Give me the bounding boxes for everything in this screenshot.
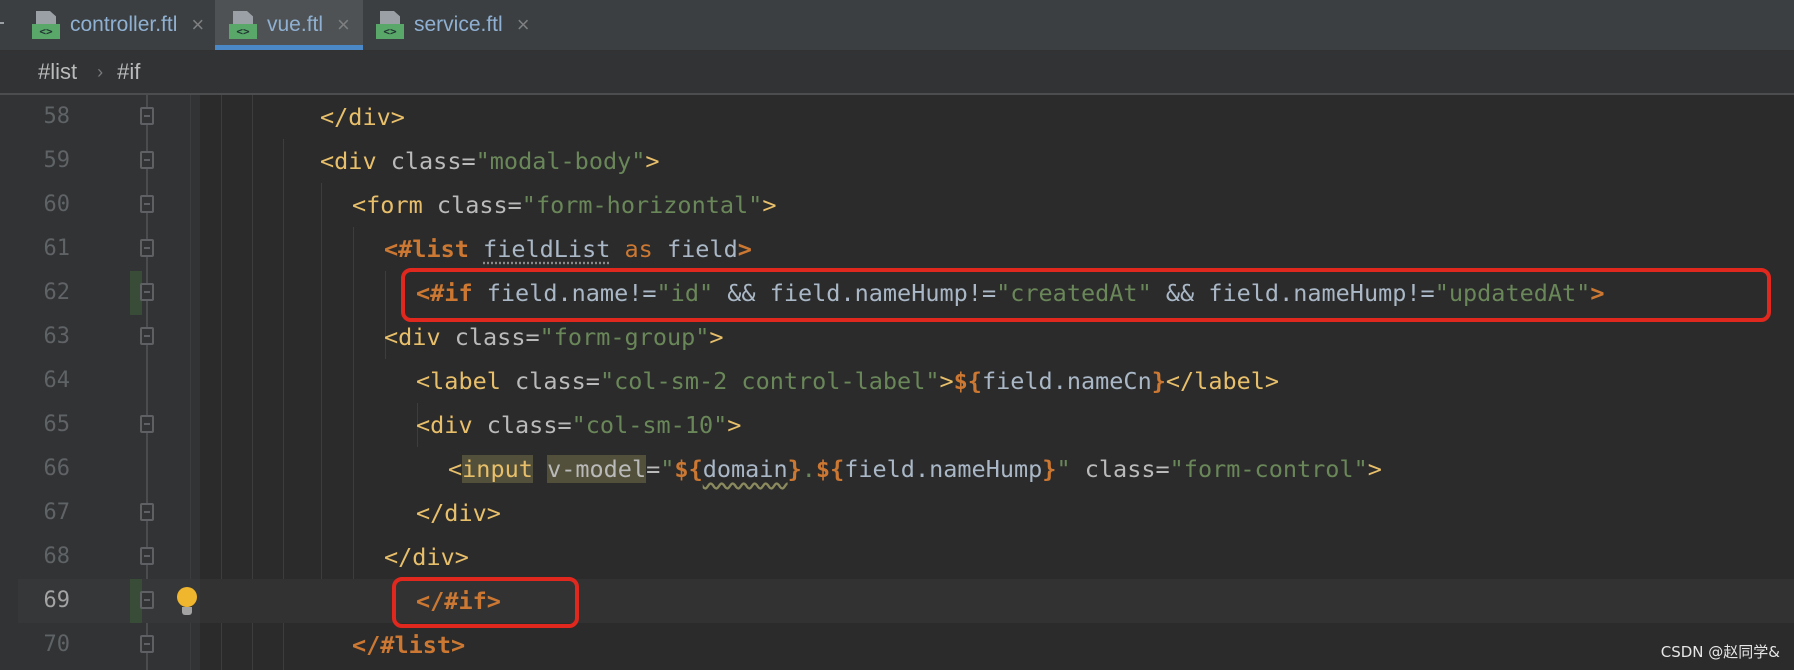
ftl-file-icon: <>	[32, 11, 62, 39]
code-text: <input v-model="${domain}.${field.nameHu…	[448, 455, 1382, 483]
tab-vue-ftl[interactable]: <> vue.ftl ×	[215, 0, 363, 50]
code-text: </#list>	[352, 631, 466, 659]
code-text: <form class="form-horizontal">	[352, 191, 777, 219]
highlight-box-if-open	[401, 268, 1771, 322]
line-number: 69	[43, 588, 71, 613]
breadcrumb: #list › #if	[0, 51, 1794, 95]
code-text: <#list fieldList as field>	[384, 235, 752, 263]
code-line[interactable]: 66 <input v-model="${domain}.${field.nam…	[0, 447, 1794, 491]
fold-icon[interactable]	[140, 107, 154, 125]
code-line[interactable]: 68 </div>	[0, 535, 1794, 579]
fold-icon[interactable]	[140, 635, 154, 653]
line-number: 62	[43, 280, 71, 305]
line-number: 70	[43, 632, 71, 657]
fold-icon[interactable]	[140, 591, 154, 609]
line-number: 58	[43, 104, 71, 129]
highlight-box-if-close	[392, 577, 579, 628]
code-line[interactable]: 65 <div class="col-sm-10">	[0, 403, 1794, 447]
line-number: 59	[43, 148, 71, 173]
tab-label: vue.ftl	[267, 13, 324, 36]
fold-icon[interactable]	[140, 415, 154, 433]
code-text: </div>	[320, 103, 405, 131]
ftl-file-icon: <>	[376, 11, 406, 39]
code-line-current[interactable]: 69 </#if>	[0, 579, 1794, 623]
code-line[interactable]: 59 <div class="modal-body">	[0, 139, 1794, 183]
code-line[interactable]: 61 <#list fieldList as field>	[0, 227, 1794, 271]
code-text: <div class="col-sm-10">	[416, 411, 742, 439]
close-icon[interactable]: ×	[517, 12, 530, 38]
fold-icon[interactable]	[140, 195, 154, 213]
line-number: 64	[43, 368, 71, 393]
fold-icon[interactable]	[140, 547, 154, 565]
code-editor[interactable]: 58 </div> 59 <div class="modal-body"> 60…	[0, 95, 1794, 670]
fold-icon[interactable]	[140, 239, 154, 257]
line-number: 67	[43, 500, 71, 525]
chevron-right-icon: ›	[97, 61, 104, 82]
code-line[interactable]: 67 </div>	[0, 491, 1794, 535]
code-text: <label class="col-sm-2 control-label">${…	[416, 367, 1280, 395]
fold-icon[interactable]	[140, 503, 154, 521]
code-text: </div>	[384, 543, 469, 571]
line-number: 68	[43, 544, 71, 569]
tab-label: controller.ftl	[70, 13, 178, 36]
line-number: 66	[43, 456, 71, 481]
tab-service-ftl[interactable]: <> service.ftl ×	[376, 0, 546, 50]
code-text: </div>	[416, 499, 501, 527]
editor-tab-bar: <> controller.ftl × <> vue.ftl × <> serv…	[0, 0, 1794, 51]
breadcrumb-item-if[interactable]: #if	[117, 59, 140, 85]
code-line[interactable]: 58 </div>	[0, 95, 1794, 139]
code-line[interactable]: 70 </#list>	[0, 623, 1794, 667]
close-icon[interactable]: ×	[191, 12, 204, 38]
tab-controller-ftl[interactable]: <> controller.ftl ×	[28, 0, 214, 50]
fold-icon[interactable]	[140, 327, 154, 345]
close-icon[interactable]: ×	[337, 12, 350, 38]
ftl-file-icon: <>	[229, 11, 259, 39]
line-number: 65	[43, 412, 71, 437]
code-line[interactable]: 64 <label class="col-sm-2 control-label"…	[0, 359, 1794, 403]
code-line[interactable]: 60 <form class="form-horizontal">	[0, 183, 1794, 227]
line-number: 63	[43, 324, 71, 349]
line-number: 60	[43, 192, 71, 217]
watermark: CSDN @赵同学&	[1660, 643, 1780, 661]
tab-label: service.ftl	[414, 13, 503, 36]
line-number: 61	[43, 236, 71, 261]
lightbulb-icon[interactable]	[176, 587, 198, 617]
code-text: <div class="modal-body">	[320, 147, 660, 175]
breadcrumb-item-list[interactable]: #list	[38, 59, 77, 85]
fold-icon[interactable]	[140, 283, 154, 301]
fold-icon[interactable]	[140, 151, 154, 169]
tab-bar-edge	[0, 22, 4, 24]
